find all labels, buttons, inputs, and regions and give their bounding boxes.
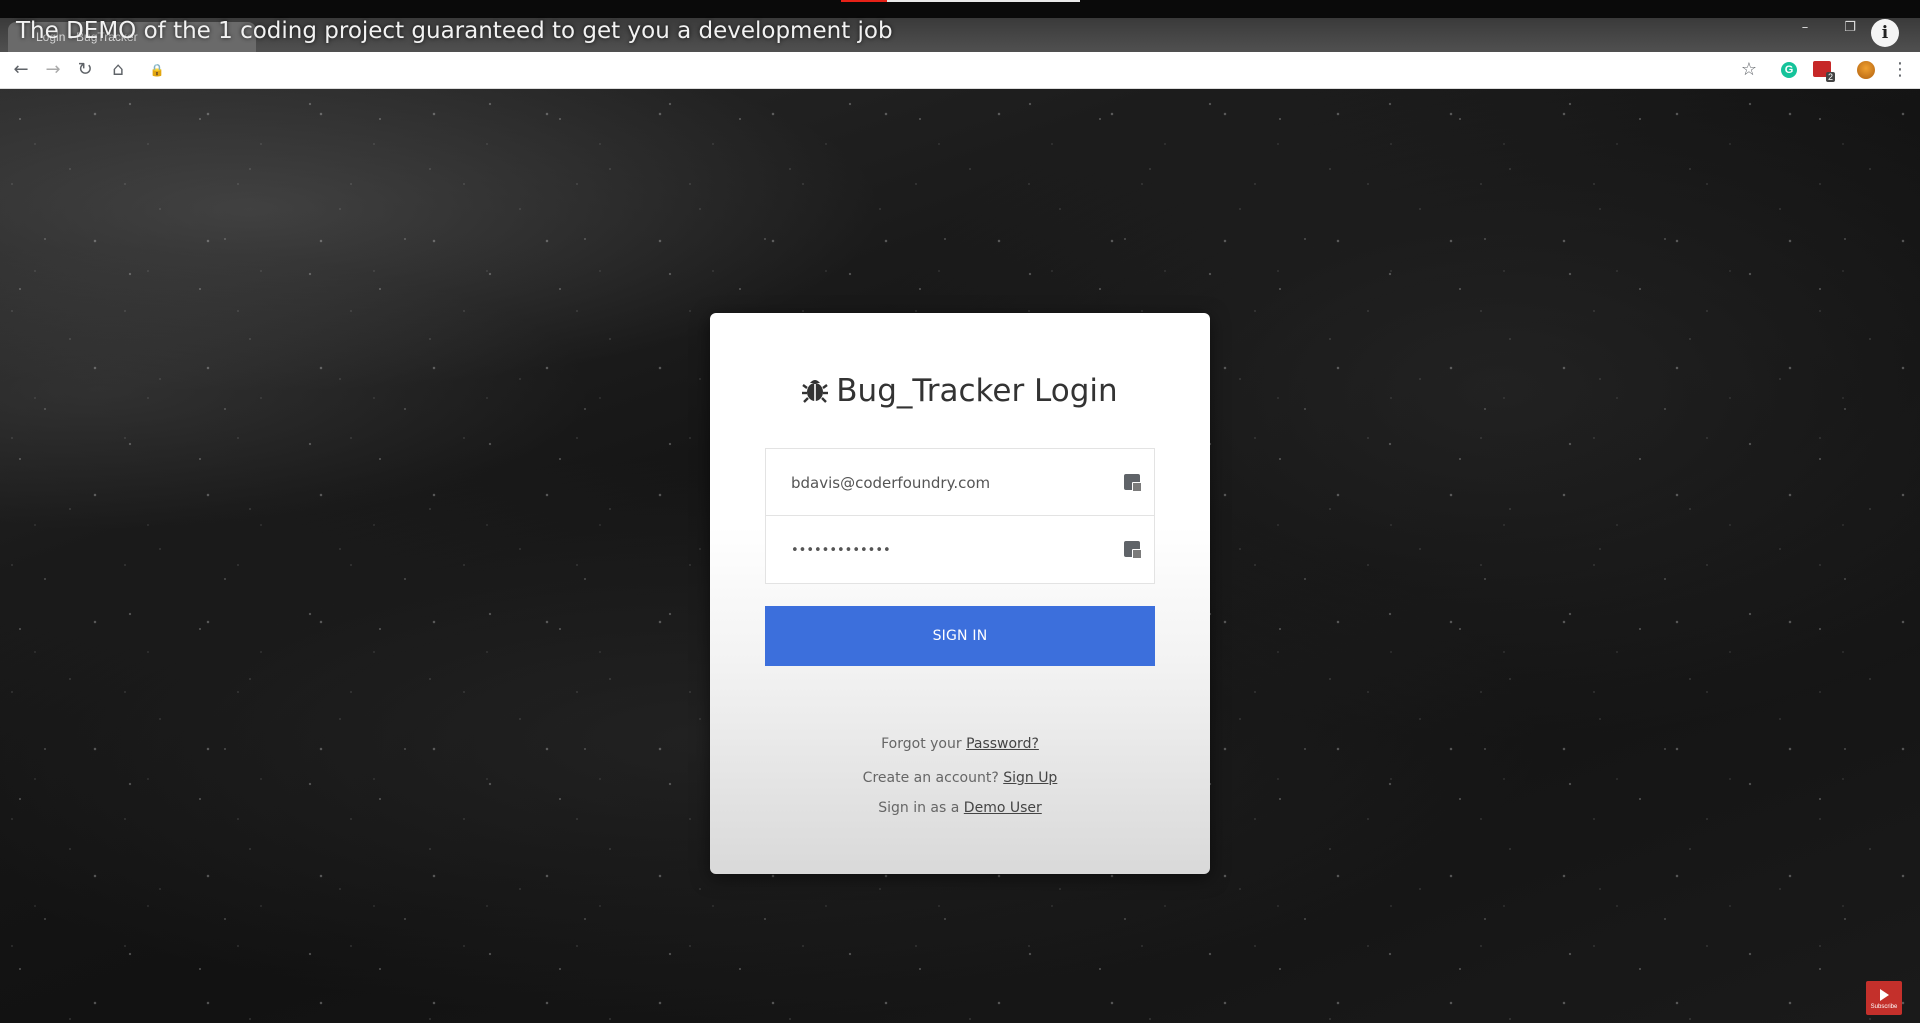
password-field: [765, 516, 1155, 584]
home-icon[interactable]: ⌂: [106, 58, 130, 82]
email-input[interactable]: [791, 449, 1111, 517]
forgot-password-link[interactable]: Password?: [966, 736, 1039, 752]
info-icon[interactable]: i: [1871, 19, 1899, 47]
forgot-prefix: Forgot your: [881, 736, 962, 752]
login-title-text: Bug_Tracker Login: [836, 373, 1118, 409]
grammarly-icon[interactable]: G: [1781, 62, 1797, 78]
star-icon[interactable]: ☆: [1737, 58, 1761, 82]
video-title: The DEMO of the 1 coding project guarant…: [16, 18, 893, 44]
screen: Login - BugTracker – ❐ The DEMO of the 1…: [0, 0, 1920, 1023]
minimize-icon[interactable]: –: [1785, 20, 1825, 35]
subscribe-label: Subscribe: [1870, 1004, 1898, 1010]
video-progress-played: [841, 0, 887, 2]
password-input[interactable]: [791, 516, 1111, 584]
autofill-icon[interactable]: [1124, 474, 1142, 492]
demo-user-line: Sign in as a Demo User: [710, 800, 1210, 816]
video-top-strip: [0, 0, 1920, 18]
play-icon: [1879, 989, 1889, 1001]
lock-icon[interactable]: 🔒: [145, 58, 169, 82]
browser-toolbar: ← → ↻ ⌂ 🔒 ☆ ⋮: [0, 52, 1920, 89]
login-card: Bug_Tracker Login SIGN IN Forgot your Pa…: [710, 313, 1210, 874]
extension-badge: 2: [1825, 72, 1835, 82]
extension-icon[interactable]: 2: [1813, 61, 1835, 82]
profile-icon[interactable]: [1857, 61, 1875, 79]
menu-icon[interactable]: ⋮: [1888, 58, 1912, 82]
reload-icon[interactable]: ↻: [73, 58, 97, 82]
forward-icon[interactable]: →: [41, 58, 65, 82]
bug-icon: [802, 375, 829, 411]
demo-user-link[interactable]: Demo User: [964, 800, 1042, 816]
sign-up-link[interactable]: Sign Up: [1003, 770, 1057, 786]
create-prefix: Create an account?: [862, 770, 999, 786]
login-title: Bug_Tracker Login: [710, 373, 1210, 411]
video-progress-buffered: [887, 0, 1080, 2]
autofill-icon[interactable]: [1124, 541, 1142, 559]
create-account-line: Create an account? Sign Up: [710, 770, 1210, 786]
back-icon[interactable]: ←: [9, 58, 33, 82]
forgot-password-line: Forgot your Password?: [710, 736, 1210, 752]
email-field: [765, 448, 1155, 517]
restore-icon[interactable]: ❐: [1830, 20, 1870, 35]
sign-in-button[interactable]: SIGN IN: [765, 606, 1155, 666]
demo-prefix: Sign in as a: [878, 800, 960, 816]
subscribe-button[interactable]: Subscribe: [1866, 981, 1902, 1015]
